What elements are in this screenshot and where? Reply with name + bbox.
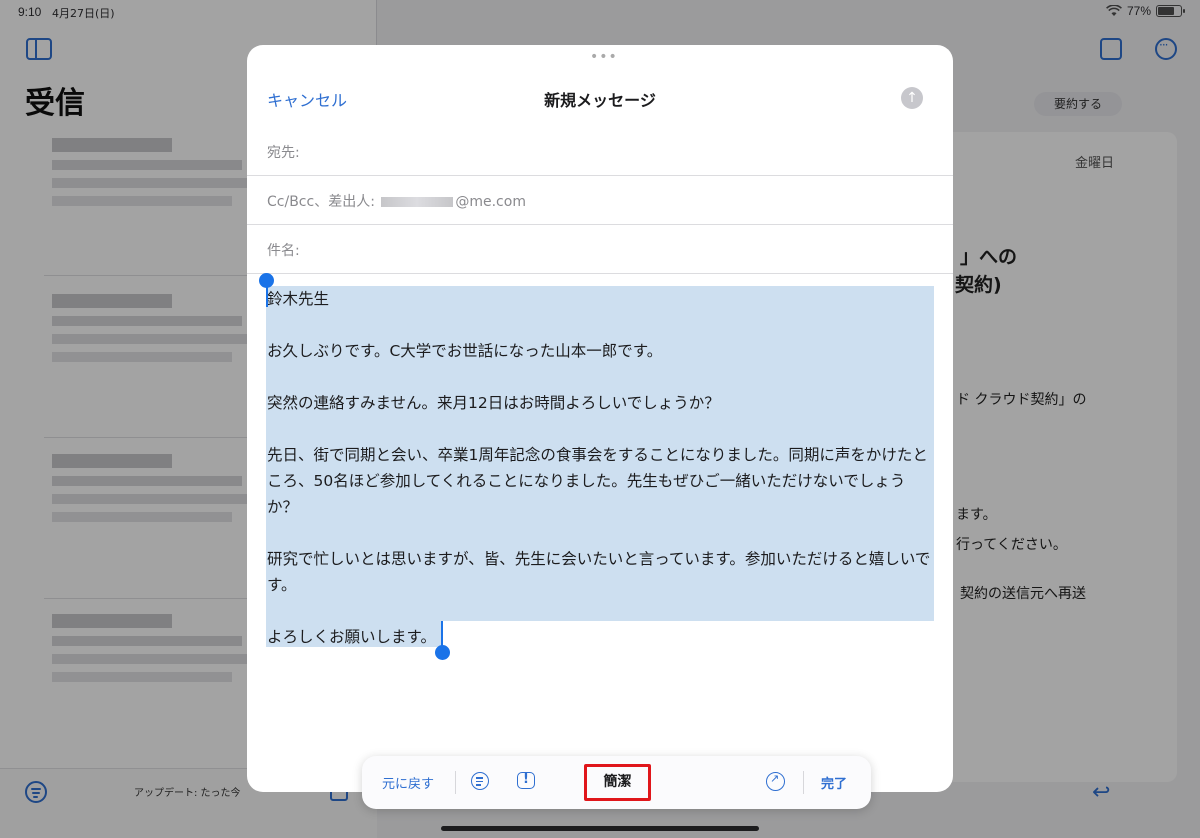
rewrite-icon[interactable] <box>766 772 785 791</box>
status-time: 9:10 <box>18 5 42 19</box>
status-bar: 9:10 4月27日(日) 77% <box>0 0 1200 26</box>
concise-button[interactable]: 簡潔 <box>584 764 651 801</box>
field-divider <box>247 273 953 274</box>
compose-sheet: ••• キャンセル 新規メッセージ ↑ 宛先: Cc/Bcc、差出人: @me.… <box>247 45 953 792</box>
cc-from-field[interactable]: Cc/Bcc、差出人: @me.com <box>267 191 526 211</box>
battery-icon <box>1156 5 1185 17</box>
body-line: よろしくお願いします。 <box>267 628 436 646</box>
to-field[interactable]: 宛先: <box>267 142 300 162</box>
from-address-redacted <box>381 197 454 207</box>
status-right: 77% <box>1106 4 1185 18</box>
done-button[interactable]: 完了 <box>821 773 847 792</box>
from-address-domain: @me.com <box>455 194 526 210</box>
writing-tools-toolbar: 元に戻す ! 簡潔 完了 <box>362 756 871 809</box>
field-divider <box>247 224 953 225</box>
message-body-editor[interactable]: 鈴木先生 お久しぶりです。C大学でお世話になった山本一郎です。 突然の連絡すみま… <box>267 286 933 650</box>
field-divider <box>247 175 953 176</box>
body-line: 先日、街で同期と会い、卒業1周年記念の食事会をすることになりました。同期に声をか… <box>267 446 928 516</box>
sheet-grabber[interactable]: ••• <box>590 49 618 65</box>
compose-title: 新規メッセージ <box>544 91 656 110</box>
selection-start-caret <box>266 283 268 307</box>
battery-fill <box>1158 7 1175 15</box>
status-date: 4月27日(日) <box>52 7 115 20</box>
selection-end-caret <box>441 621 443 647</box>
body-line: 突然の連絡すみません。来月12日はお時間よろしいでしょうか？ <box>267 394 720 412</box>
send-button[interactable]: ↑ <box>901 87 923 109</box>
home-indicator[interactable] <box>441 826 759 831</box>
selection-end-handle[interactable] <box>435 645 450 660</box>
toolbar-divider <box>803 771 804 794</box>
body-line: 研究で忙しいとは思いますが、皆、先生に会いたいと言っています。参加いただけると嬉… <box>267 550 931 594</box>
body-line: お久しぶりです。C大学でお世話になった山本一郎です。 <box>267 342 663 360</box>
cc-from-label: Cc/Bcc、差出人: <box>267 194 375 210</box>
proofread-icon[interactable] <box>471 772 489 790</box>
subject-field[interactable]: 件名: <box>267 240 300 260</box>
wifi-icon <box>1106 5 1122 16</box>
battery-percent: 77% <box>1126 4 1151 18</box>
undo-button[interactable]: 元に戻す <box>382 773 434 792</box>
body-line: 鈴木先生 <box>267 290 330 308</box>
toolbar-divider <box>455 771 456 794</box>
feedback-icon[interactable]: ! <box>517 772 535 789</box>
